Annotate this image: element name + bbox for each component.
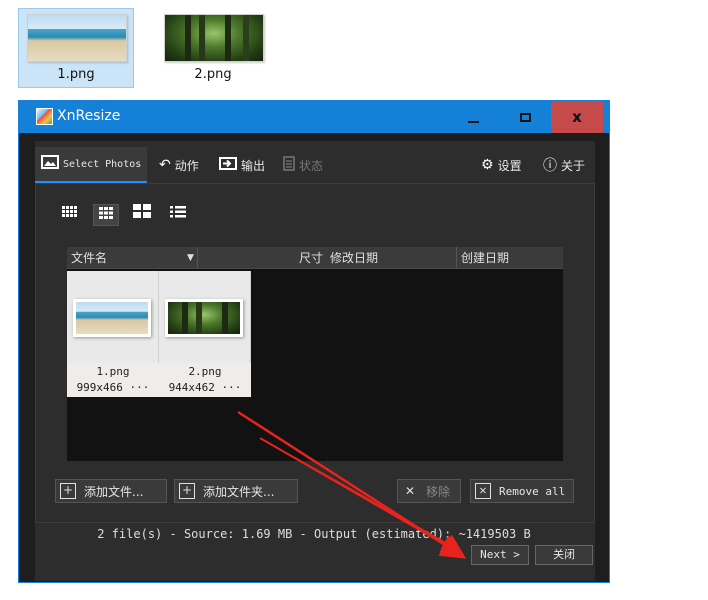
file-thumbnail-beach	[27, 14, 127, 62]
file-dimensions: 944x462 ···	[168, 381, 242, 394]
table-header: 文件名 ▼ 尺寸 修改日期 创建日期	[67, 247, 563, 269]
medium-grid-view-button[interactable]	[93, 204, 119, 226]
window-title: XnResize	[57, 108, 121, 124]
file-dimensions: 999x466 ···	[76, 381, 150, 394]
tab-output[interactable]: 输出	[219, 147, 265, 183]
column-divider	[456, 247, 457, 269]
tab-action[interactable]: ↶ 动作	[159, 147, 199, 183]
about-button[interactable]: ⓘ 关于	[543, 147, 585, 183]
thumbnail-frame	[73, 299, 151, 337]
close-icon: x	[572, 108, 582, 126]
desktop-file-1[interactable]: 1.png	[18, 8, 134, 88]
small-grid-view-button[interactable]	[57, 204, 83, 226]
column-header-filename[interactable]: 文件名 ▼	[71, 247, 195, 269]
column-header-modified[interactable]: 修改日期	[330, 247, 450, 269]
gear-icon: ⚙	[481, 157, 494, 173]
desktop-file-2[interactable]: 2.png	[155, 8, 271, 88]
settings-label: 设置	[497, 158, 522, 173]
settings-button[interactable]: ⚙ 设置	[481, 147, 522, 183]
thumbnail-frame	[165, 299, 243, 337]
tab-select-photos[interactable]: Select Photos	[35, 147, 148, 183]
remove-button[interactable]: ✕ 移除	[397, 479, 461, 503]
close-button[interactable]: x	[551, 101, 603, 133]
file-card-info: 2.png 944x462 ···	[159, 363, 251, 397]
file-card-1[interactable]: 1.png 999x466 ···	[67, 271, 159, 397]
column-header-created[interactable]: 创建日期	[461, 247, 561, 269]
photo-icon	[41, 155, 59, 173]
xnresize-window: XnResize x Select Photos ↶ 动作 输出 状态 ⚙ 设置…	[18, 100, 610, 583]
column-divider	[197, 247, 198, 269]
file-card-2[interactable]: 2.png 944x462 ···	[159, 271, 251, 397]
photo-thumbnail-forest	[168, 302, 240, 334]
output-icon	[219, 156, 237, 174]
remove-all-button[interactable]: ✕ Remove all	[470, 479, 574, 503]
file-table[interactable]: 文件名 ▼ 尺寸 修改日期 创建日期 1.png 999x466 ··· 2.p…	[67, 247, 563, 461]
file-thumbnail-forest	[164, 14, 264, 62]
tab-label: 状态	[299, 158, 324, 173]
large-grid-view-button[interactable]	[129, 204, 155, 226]
title-bar[interactable]: XnResize x	[19, 101, 609, 133]
tab-label: 输出	[241, 158, 266, 173]
app-icon	[36, 108, 53, 125]
tab-label: Select Photos	[63, 158, 142, 170]
plus-box-icon: +	[60, 483, 76, 499]
maximize-button[interactable]	[499, 101, 551, 133]
maximize-icon	[519, 113, 531, 122]
photo-thumbnail-beach	[76, 302, 148, 334]
tab-status[interactable]: 状态	[283, 147, 323, 183]
close-dialog-button[interactable]: 关闭	[535, 545, 593, 565]
info-icon: ⓘ	[543, 158, 557, 174]
large-grid-icon	[133, 204, 151, 218]
desktop-file-label: 2.png	[194, 67, 232, 82]
add-folder-label: 添加文件夹...	[203, 484, 275, 499]
undo-arrow-icon: ↶	[159, 157, 171, 173]
add-files-button[interactable]: + 添加文件...	[55, 479, 167, 503]
remove-all-label: Remove all	[499, 484, 566, 498]
tab-label: 动作	[174, 158, 199, 173]
list-icon	[170, 206, 186, 218]
add-folder-button[interactable]: + 添加文件夹...	[174, 479, 298, 503]
status-text: 2 file(s) - Source: 1.69 MB - Output (es…	[97, 527, 531, 541]
desktop-file-label: 1.png	[57, 67, 95, 82]
minimize-button[interactable]	[447, 101, 499, 133]
file-name: 1.png	[96, 365, 130, 378]
list-view-button[interactable]	[165, 204, 191, 226]
plus-box-icon: +	[179, 483, 195, 499]
add-files-label: 添加文件...	[84, 484, 144, 499]
sort-chevron-icon: ▼	[187, 253, 194, 263]
column-header-size[interactable]: 尺寸	[299, 247, 327, 269]
file-name: 2.png	[188, 365, 222, 378]
x-icon: ✕	[404, 484, 416, 498]
file-card-info: 1.png 999x466 ···	[67, 363, 159, 397]
x-box-icon: ✕	[475, 483, 491, 499]
about-label: 关于	[561, 158, 586, 173]
medium-grid-icon	[99, 207, 113, 219]
remove-label: 移除	[426, 484, 451, 499]
document-icon	[283, 155, 295, 175]
minimize-icon	[467, 120, 479, 123]
next-button[interactable]: Next >	[471, 545, 529, 565]
small-grid-icon	[62, 206, 77, 217]
